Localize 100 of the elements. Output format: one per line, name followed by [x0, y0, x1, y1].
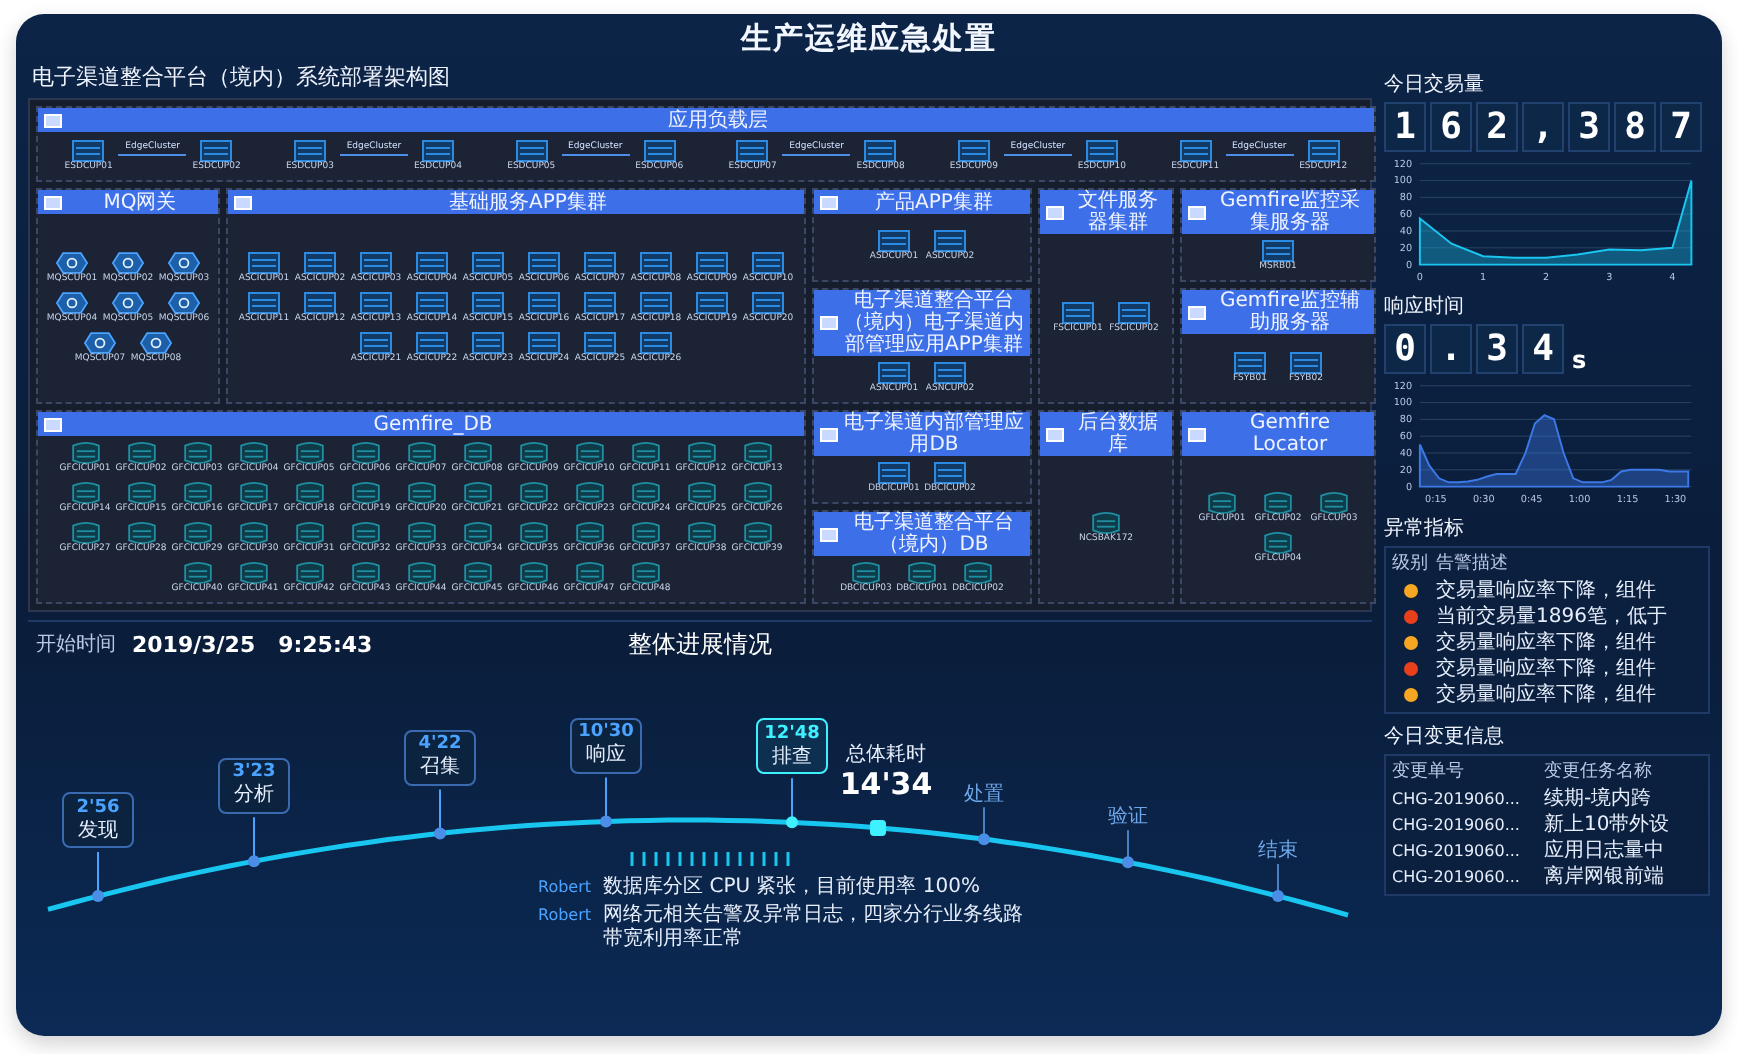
server-icon	[416, 331, 448, 353]
database-icon	[69, 522, 101, 544]
milestone-time: 4'22	[418, 734, 462, 756]
collapse-icon[interactable]	[234, 195, 252, 209]
group-title: Gemfire监控辅助服务器	[1218, 290, 1362, 334]
milestone-dot	[1272, 890, 1284, 903]
log-message: 网络元相关告警及异常日志，四家分行业务线路带宽利用率正常	[603, 904, 1026, 952]
server-icon	[640, 331, 672, 353]
server-icon	[1290, 351, 1322, 373]
collapse-icon[interactable]	[44, 417, 62, 431]
server-icon	[584, 331, 616, 353]
database-icon	[517, 522, 549, 544]
counter-digit: 8	[1614, 102, 1656, 152]
milestone-card[interactable]: 2'56 发现	[62, 792, 134, 849]
start-time: 2019/3/25 9:25:43	[132, 631, 373, 657]
server-icon	[736, 140, 769, 162]
collapse-icon[interactable]	[44, 195, 62, 209]
server-icon	[528, 291, 560, 313]
connector-line	[782, 154, 851, 156]
server-icon	[421, 140, 454, 162]
counter-digit: 0	[1384, 324, 1426, 374]
milestone-time: 3'23	[232, 762, 276, 783]
hexagon-icon	[56, 251, 88, 273]
server-icon	[934, 462, 966, 484]
milestone-card[interactable]: 12'48 排查	[756, 718, 828, 775]
hexagon-icon	[56, 291, 88, 313]
database-icon	[962, 562, 994, 584]
server-icon	[72, 140, 105, 162]
server-icon	[293, 140, 326, 162]
table-cell-text: CHG-2019060...	[1392, 788, 1522, 812]
database-icon	[293, 442, 325, 464]
column-header: 变更任务名称	[1544, 760, 1652, 786]
milestone-dot	[600, 815, 612, 828]
database-icon	[1318, 492, 1350, 514]
server-icon	[1062, 301, 1094, 323]
unit-label: s	[1572, 346, 1587, 374]
server-icon	[1307, 140, 1340, 162]
server-icon	[472, 331, 504, 353]
server-icon	[360, 291, 392, 313]
collapse-icon[interactable]	[1188, 427, 1206, 441]
server-icon	[248, 251, 280, 273]
database-icon	[573, 482, 605, 504]
database-icon	[461, 522, 493, 544]
dashboard-title: 生产运维应急处置	[741, 19, 997, 57]
connector-line	[1225, 154, 1294, 156]
database-icon	[349, 482, 381, 504]
collapse-icon[interactable]	[1188, 305, 1206, 319]
milestone-dot	[1122, 856, 1134, 869]
group-title: 产品APP集群	[873, 191, 995, 213]
database-icon	[293, 522, 325, 544]
server-icon	[934, 362, 966, 384]
server-icon	[528, 251, 560, 273]
alert-text: 交易量响应率下降，组件	[1436, 682, 1656, 708]
milestone-card[interactable]: 3'23 分析	[218, 757, 290, 814]
progress-title: 整体进展情况	[628, 627, 772, 661]
database-icon	[237, 482, 269, 504]
counter-digit: 3	[1568, 102, 1610, 152]
table-cell-text: CHG-2019060...	[1392, 814, 1522, 838]
counter-digit: ,	[1522, 102, 1564, 152]
server-icon	[878, 462, 910, 484]
collapse-icon[interactable]	[1188, 205, 1206, 219]
database-icon	[237, 522, 269, 544]
alert-text: 交易量响应率下降，组件	[1436, 578, 1656, 604]
collapse-icon[interactable]	[820, 195, 838, 209]
group-title: 应用负载层	[666, 109, 770, 131]
milestone-label: 结束	[1256, 837, 1300, 865]
section-title: 响应时间	[1384, 293, 1466, 320]
milestone-dot	[978, 833, 990, 846]
server-icon	[640, 291, 672, 313]
counter-digit: 7	[1660, 102, 1702, 152]
alert-text: 交易量响应率下降，组件	[1436, 630, 1656, 656]
milestone-dot	[248, 855, 260, 868]
alert-text: 交易量响应率下降，组件	[1436, 656, 1656, 682]
database-icon	[573, 562, 605, 584]
server-icon	[752, 291, 784, 313]
collapse-icon[interactable]	[820, 427, 838, 441]
database-icon	[741, 442, 773, 464]
database-icon	[741, 522, 773, 544]
group-title: Gemfire Locator	[1248, 412, 1332, 456]
database-icon	[405, 442, 437, 464]
group-title: 电子渠道内部管理应用DB	[844, 412, 1024, 456]
server-icon	[304, 291, 336, 313]
milestone-label: 响应	[586, 744, 626, 769]
collapse-icon[interactable]	[44, 113, 62, 127]
collapse-icon[interactable]	[820, 527, 838, 541]
collapse-icon[interactable]	[1046, 427, 1064, 441]
section-title: 今日交易量	[1384, 71, 1486, 98]
table-cell-text: CHG-2019060...	[1392, 866, 1522, 890]
progress-ticks-icon	[630, 852, 790, 866]
counter-digit: 4	[1522, 324, 1564, 374]
collapse-icon[interactable]	[1046, 205, 1064, 219]
section-title: 今日变更信息	[1384, 723, 1506, 750]
server-icon	[416, 291, 448, 313]
server-icon	[360, 331, 392, 353]
milestone-card[interactable]: 4'22 召集	[404, 729, 476, 786]
hexagon-icon	[168, 291, 200, 313]
table-cell: 应用日志量中	[1544, 838, 1664, 864]
database-icon	[461, 442, 493, 464]
milestone-card[interactable]: 10'30 响应	[570, 717, 642, 774]
milestone-time: 10'30	[578, 722, 634, 743]
